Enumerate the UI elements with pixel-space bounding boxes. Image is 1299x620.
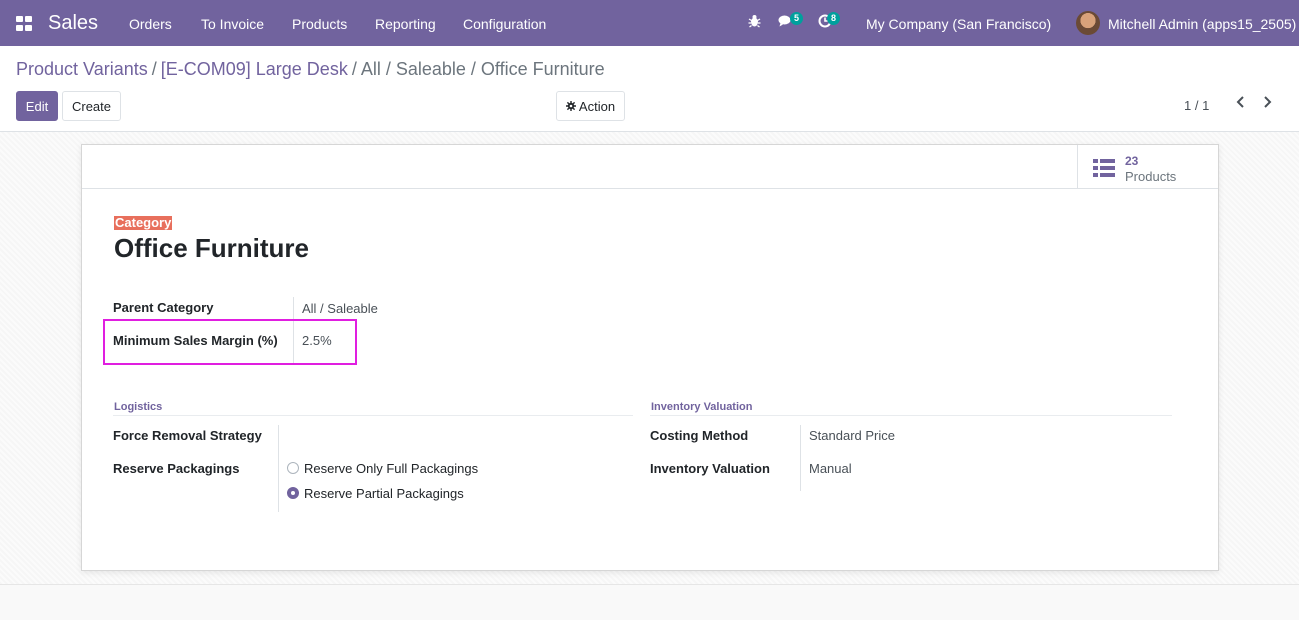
costing-method-label: Costing Method <box>650 428 749 443</box>
reserve-partial-radio[interactable] <box>287 487 299 499</box>
removal-strategy-value[interactable] <box>287 428 587 444</box>
breadcrumb: Product Variants / [E-COM09] Large Desk / Al… <box>16 59 605 80</box>
avatar[interactable] <box>1076 11 1100 35</box>
section-divider <box>113 415 633 416</box>
menu-to-invoice[interactable]: To Invoice <box>201 16 264 32</box>
menu-products[interactable]: Products <box>292 16 347 32</box>
action-button[interactable]: Action <box>556 91 625 121</box>
chevron-right-icon[interactable] <box>1263 95 1273 114</box>
logistics-title: Logistics <box>114 401 163 413</box>
gear-icon <box>565 101 576 111</box>
user-menu[interactable]: Mitchell Admin (apps15_2505) <box>1108 16 1296 32</box>
form-sheet: 23 Products Category Office Furniture Pa… <box>81 144 1219 571</box>
pager-value[interactable]: 1 / 1 <box>1184 98 1209 113</box>
category-label: Category <box>114 215 173 230</box>
menu-configuration[interactable]: Configuration <box>463 16 546 32</box>
edit-button[interactable]: Edit <box>16 91 58 121</box>
control-panel: Product Variants / [E-COM09] Large Desk / Al… <box>0 46 1299 132</box>
activities-badge: 8 <box>827 12 841 25</box>
products-count: 23 <box>1125 154 1139 168</box>
reserve-partial-label[interactable]: Reserve Partial Packagings <box>304 486 464 501</box>
category-name: Office Furniture <box>114 233 310 263</box>
inventory-valuation-value[interactable]: Manual <box>809 461 852 476</box>
apps-grid-icon[interactable] <box>16 16 32 31</box>
menu-orders[interactable]: Orders <box>129 16 172 32</box>
products-label: Products <box>1125 169 1177 184</box>
field-divider <box>800 425 801 491</box>
button-box: 23 Products <box>82 145 1218 189</box>
top-navbar: Sales Orders To Invoice Products Reporti… <box>0 0 1299 46</box>
removal-strategy-label: Force Removal Strategy <box>113 428 262 443</box>
menu-reporting[interactable]: Reporting <box>375 16 436 32</box>
reserve-full-label[interactable]: Reserve Only Full Packagings <box>304 461 478 476</box>
breadcrumb-large-desk[interactable]: [E-COM09] Large Desk <box>161 59 348 79</box>
company-switcher[interactable]: My Company (San Francisco) <box>866 16 1051 32</box>
bug-icon[interactable] <box>748 14 761 31</box>
list-icon <box>1093 159 1115 177</box>
app-name[interactable]: Sales <box>48 12 98 35</box>
breadcrumb-separator: / <box>351 59 357 79</box>
parent-category-label: Parent Category <box>113 300 214 315</box>
products-stat-button[interactable]: 23 Products <box>1077 145 1218 189</box>
field-divider <box>278 425 279 512</box>
messages-badge: 5 <box>790 12 804 25</box>
action-label: Action <box>578 98 616 114</box>
reserve-full-radio[interactable] <box>287 462 299 474</box>
section-divider <box>650 415 1172 416</box>
breadcrumb-current: All / Saleable / Office Furniture <box>360 59 605 79</box>
costing-method-value[interactable]: Standard Price <box>809 428 895 443</box>
breadcrumb-product-variants[interactable]: Product Variants <box>16 59 148 79</box>
chevron-left-icon[interactable] <box>1235 95 1245 114</box>
breadcrumb-separator: / <box>151 59 157 79</box>
create-button[interactable]: Create <box>62 91 121 121</box>
inventory-valuation-title: Inventory Valuation <box>651 401 753 413</box>
parent-category-value[interactable]: All / Saleable <box>302 301 378 316</box>
chatter-area <box>0 584 1299 620</box>
highlight-box <box>103 319 357 365</box>
reserve-packagings-label: Reserve Packagings <box>113 461 240 476</box>
inventory-valuation-label: Inventory Valuation <box>650 461 770 476</box>
